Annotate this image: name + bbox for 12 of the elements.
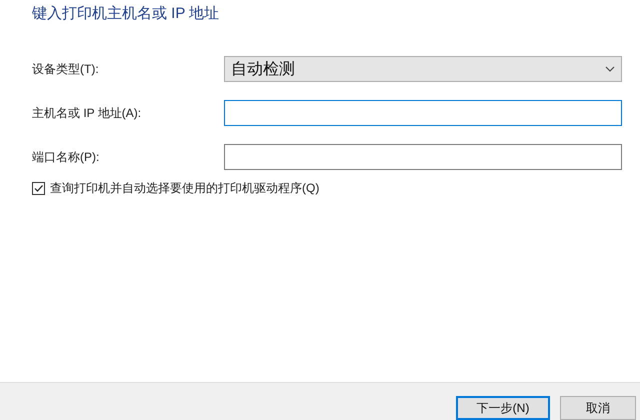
text-field[interactable] [224, 144, 622, 170]
next-button[interactable]: 下一步(N) [456, 396, 550, 420]
field-label: 设备类型(T): [32, 60, 100, 78]
cancel-button[interactable]: 取消 [560, 396, 636, 420]
field-label: 端口名称(P): [32, 148, 100, 166]
device-type-dropdown[interactable]: 自动检测 [224, 56, 622, 82]
chevron-down-icon [605, 66, 615, 72]
checkbox[interactable] [32, 182, 45, 195]
field-label: 主机名或 IP 地址(A): [32, 104, 142, 122]
checkbox-label[interactable]: 查询打印机并自动选择要使用的打印机驱动程序(Q) [50, 180, 320, 197]
text-field[interactable] [224, 100, 622, 126]
page-heading: 键入打印机主机名或 IP 地址 [31, 4, 220, 24]
